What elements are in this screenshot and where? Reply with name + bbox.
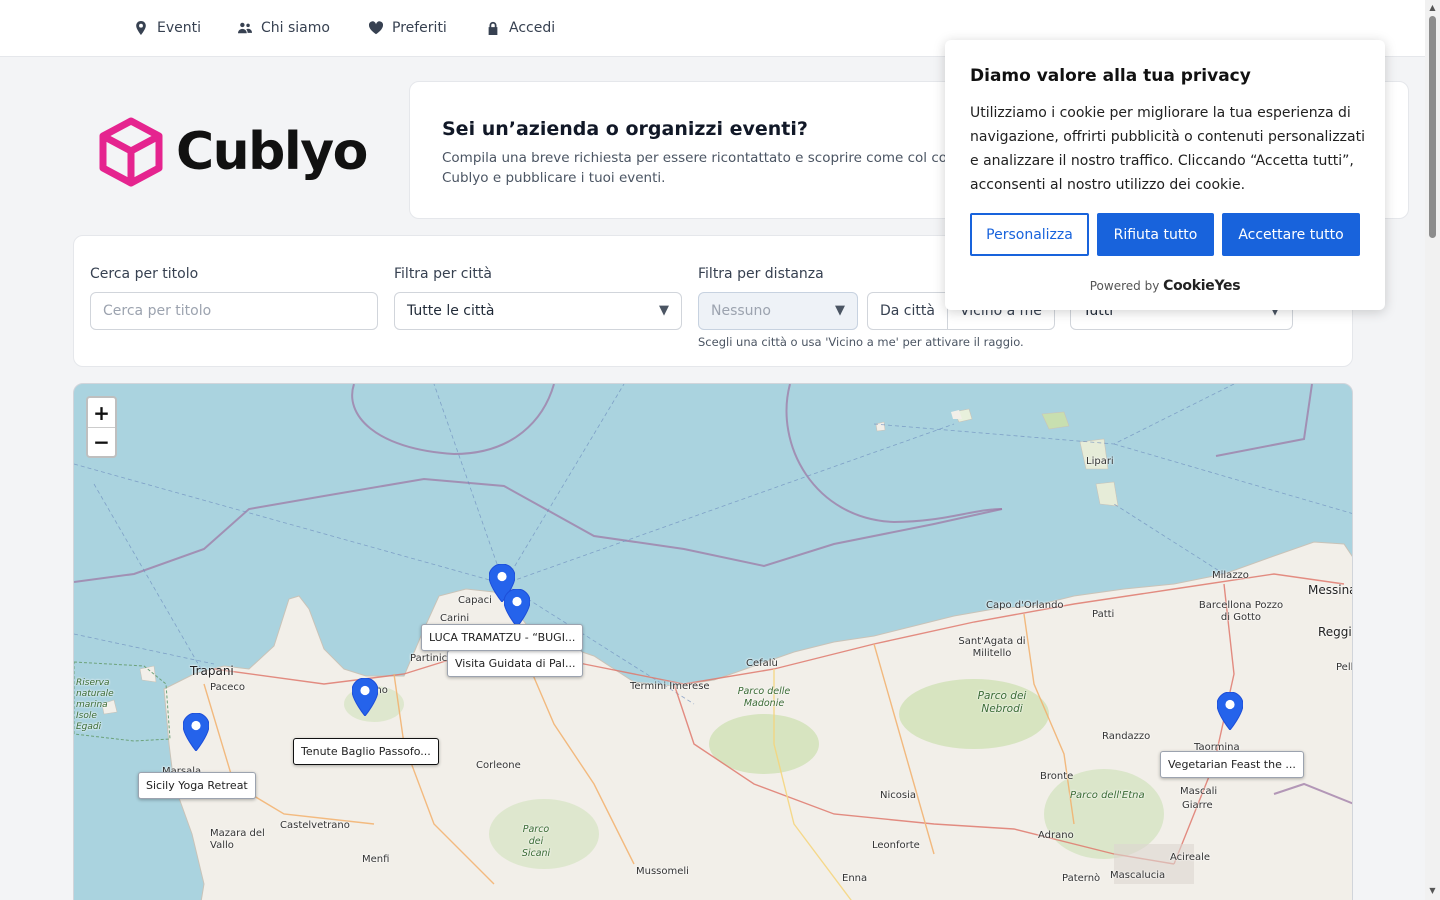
powered-by-label: Powered by — [1089, 279, 1160, 293]
place-label: Carini — [440, 613, 470, 624]
zoom-in-button[interactable]: + — [88, 398, 115, 427]
powered-by: Powered by CookieYes — [945, 278, 1385, 294]
place-label: Leonforte — [872, 840, 920, 851]
cookie-consent-banner: Diamo valore alla tua privacy Utilizziam… — [945, 40, 1385, 310]
event-tooltip[interactable]: Vegetarian Feast the ... — [1160, 751, 1304, 778]
brand-name: Cublyo — [176, 122, 368, 182]
nav-item-label: Accedi — [509, 20, 556, 36]
event-tooltip[interactable]: Sicily Yoga Retreat — [138, 772, 256, 799]
event-marker-icon[interactable] — [504, 589, 530, 627]
accept-all-button[interactable]: Accettare tutto — [1222, 213, 1360, 256]
event-marker-icon[interactable] — [183, 713, 209, 751]
place-label: Nicosia — [880, 790, 916, 801]
lock-icon — [488, 21, 498, 35]
place-label: Mussomeli — [636, 866, 689, 877]
title-filter-label: Cerca per titolo — [90, 266, 199, 282]
nav-item-chi-siamo[interactable]: Chi siamo — [238, 18, 330, 38]
map-zoom-control: + − — [86, 396, 117, 458]
nav-item-label: Chi siamo — [261, 20, 330, 36]
distance-select[interactable]: Nessuno ▼ — [698, 292, 858, 330]
place-label: Mazara del Vallo — [210, 828, 265, 851]
event-tooltip[interactable]: LUCA TRAMATZU - “BUGI... — [421, 624, 584, 651]
place-label: Acireale — [1170, 852, 1211, 863]
chevron-down-icon: ▼ — [835, 303, 845, 318]
place-label: Trapani — [190, 664, 234, 678]
reject-all-button[interactable]: Rifiuta tutto — [1097, 213, 1214, 256]
scrollbar-thumb[interactable] — [1429, 16, 1436, 238]
customize-button[interactable]: Personalizza — [970, 213, 1089, 256]
cube-logo-icon — [99, 117, 163, 187]
nav-item-preferiti[interactable]: Preferiti — [369, 18, 447, 38]
nav-item-label: Eventi — [157, 20, 201, 36]
cookie-title: Diamo valore alla tua privacy — [970, 66, 1251, 86]
place-label: Randazzo — [1102, 731, 1151, 742]
title-search-placeholder: Cerca per titolo — [103, 303, 212, 319]
place-label: Cefalù — [746, 658, 778, 669]
nav-item-accedi[interactable]: Accedi — [486, 18, 555, 38]
event-tooltip[interactable]: Visita Guidata di Pal... — [447, 650, 584, 677]
promo-title: Sei un’azienda o organizzi eventi? — [442, 118, 808, 140]
place-label: Enna — [842, 873, 868, 884]
place-label: Termini Imerese — [630, 681, 710, 692]
heart-icon — [369, 21, 383, 35]
events-map[interactable]: + − Lipari Milazzo Messina Barcellona Po… — [73, 383, 1353, 900]
cookieyes-logo[interactable]: CookieYes — [1163, 278, 1240, 294]
place-label: Menfi — [362, 854, 390, 865]
nav-item-label: Preferiti — [392, 20, 447, 36]
users-icon — [238, 22, 252, 34]
distance-hint: Scegli una città o usa 'Vicino a me' per… — [698, 335, 1024, 349]
place-label: Bronte — [1040, 771, 1074, 782]
city-filter-label: Filtra per città — [394, 266, 492, 282]
place-label: Milazzo — [1212, 570, 1249, 581]
place-label: Giarre — [1182, 800, 1213, 811]
place-label: Paternò — [1062, 873, 1101, 884]
scroll-up-arrow-icon[interactable]: ▲ — [1427, 3, 1438, 12]
park-label: Riserva naturale marina Isole Egadi — [76, 678, 114, 732]
distance-select-value: Nessuno — [711, 303, 771, 319]
event-marker-icon[interactable] — [1217, 692, 1243, 730]
place-label: Capaci — [458, 595, 492, 606]
city-select[interactable]: Tutte le città ▼ — [394, 292, 682, 330]
place-label: Castelvetrano — [280, 820, 350, 831]
park-label: Parco dei Nebrodi — [977, 690, 1027, 715]
park-label: Parco delle Madonie — [737, 686, 791, 709]
map-pin-icon — [136, 21, 146, 35]
zoom-out-button[interactable]: − — [88, 427, 115, 456]
place-label: Mascali — [1180, 786, 1218, 797]
place-label: Sant'Agata di Militello — [958, 636, 1026, 659]
park-label: Parco dei Sicani — [521, 824, 551, 859]
event-marker-icon[interactable] — [352, 678, 378, 716]
place-label: Paceco — [210, 682, 245, 693]
place-label: Lipari — [1086, 456, 1114, 467]
scroll-down-arrow-icon[interactable]: ▼ — [1427, 886, 1438, 895]
page-scrollbar[interactable]: ▲ ▼ — [1425, 0, 1440, 900]
distance-filter-label: Filtra per distanza — [698, 266, 824, 282]
place-label: Patti — [1092, 609, 1115, 620]
promo-text: Compila una breve richiesta per essere r… — [442, 150, 956, 186]
place-label: Reggio C — [1318, 625, 1352, 639]
place-label: Barcellona Pozzo di Gotto — [1198, 600, 1284, 623]
brand-logo[interactable]: Cublyo — [98, 116, 368, 188]
place-label: Mascalucia — [1110, 870, 1166, 881]
cookie-text: Utilizziamo i cookie per migliorare la t… — [970, 105, 1365, 193]
map-tiles — [74, 384, 1352, 900]
place-label: Pell — [1336, 662, 1353, 673]
place-label: Adrano — [1038, 830, 1074, 841]
chevron-down-icon: ▼ — [659, 303, 669, 318]
title-search-input[interactable]: Cerca per titolo — [90, 292, 378, 330]
city-select-value: Tutte le città — [407, 303, 495, 319]
nav-item-eventi[interactable]: Eventi — [134, 18, 201, 38]
place-label: Messina — [1308, 583, 1353, 597]
place-label: Capo d'Orlando — [986, 600, 1064, 611]
from-city-button[interactable]: Da città — [868, 293, 947, 329]
place-label: Corleone — [476, 760, 521, 771]
event-tooltip[interactable]: Tenute Baglio Passofo... — [293, 738, 439, 765]
park-label: Parco dell'Etna — [1070, 790, 1145, 801]
